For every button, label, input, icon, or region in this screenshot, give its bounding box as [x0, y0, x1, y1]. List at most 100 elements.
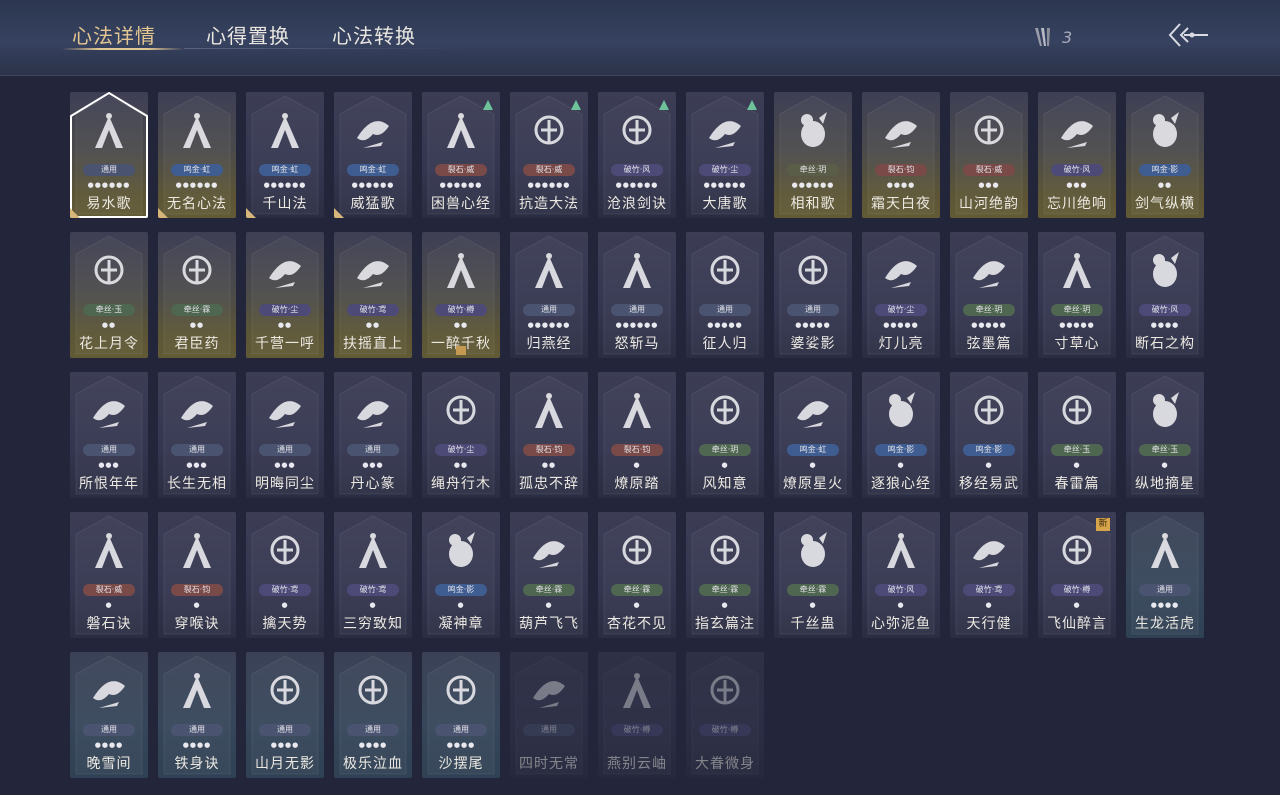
card-art — [1057, 108, 1097, 156]
mental-card[interactable]: 通用 ●●● 长生无相 — [158, 372, 236, 498]
card-level-dots: ●●●●● — [971, 321, 1007, 329]
mental-card[interactable]: 通用 ●●●● 晚雪间 — [70, 652, 148, 778]
back-arrow-icon — [1168, 23, 1208, 47]
card-school-tag: 破竹·鸢 — [259, 584, 311, 596]
mental-card[interactable]: 破竹·鸢 ● 三穷致知 — [334, 512, 412, 638]
mental-card[interactable]: 牵丝·霖 ●● 君臣药 — [158, 232, 236, 358]
currency-value: 3 — [1062, 28, 1073, 47]
mental-card[interactable]: 破竹·樽 燕别云岫 — [598, 652, 676, 778]
mental-card[interactable]: 裂石·钧 ●● 孤忠不辞 — [510, 372, 588, 498]
mental-card[interactable]: 破竹·樽 ●● 一醉千秋 — [422, 232, 500, 358]
card-name: 易水歌 — [86, 196, 132, 212]
tab-mental-details[interactable]: 心法详情 — [72, 20, 156, 49]
card-level-dots: ●●●●● — [1059, 321, 1095, 329]
mental-card[interactable]: 通用 四时无常 — [510, 652, 588, 778]
card-school-tag: 通用 — [171, 724, 223, 736]
mental-card[interactable]: 鸣金·虹 ●●●●●● 威猛歌 — [334, 92, 412, 218]
card-level-dots: ● — [545, 601, 553, 609]
mental-card[interactable]: 牵丝·玉 ● 纵地摘星 — [1126, 372, 1204, 498]
mental-card[interactable]: 牵丝·玉 ● 春雷篇 — [1038, 372, 1116, 498]
card-school-tag: 通用 — [259, 724, 311, 736]
card-name: 飞仙醉言 — [1047, 616, 1107, 632]
mental-card[interactable]: 破竹·风 ●●●●●● 沧浪剑诀 — [598, 92, 676, 218]
mental-card[interactable]: 裂石·威 ● 磐石诀 — [70, 512, 148, 638]
card-art — [353, 388, 393, 436]
mental-card[interactable]: 裂石·威 ●●● 山河绝韵 — [950, 92, 1028, 218]
mental-card[interactable]: 鸣金·影 ● 移经易武 — [950, 372, 1028, 498]
mental-card[interactable]: 裂石·钧 ● 燎原踏 — [598, 372, 676, 498]
card-name: 擒天势 — [262, 616, 308, 632]
card-level-dots: ●● — [541, 461, 557, 469]
mental-card[interactable]: 破竹·风 ●●●● 断石之构 — [1126, 232, 1204, 358]
mental-card[interactable]: 鸣金·影 ● 逐狼心经 — [862, 372, 940, 498]
palace-icon — [709, 121, 741, 148]
card-name: 铁身诀 — [174, 756, 220, 772]
mental-card[interactable]: 牵丝·霖 ● 千丝蛊 — [774, 512, 852, 638]
mental-card[interactable]: 裂石·威 ●●●●●● 抗造大法 — [510, 92, 588, 218]
mental-card[interactable]: 牵丝·玥 ●●●●● 寸草心 — [1038, 232, 1116, 358]
mental-card[interactable]: 牵丝·玥 ●●●●● 弦墨篇 — [950, 232, 1028, 358]
mental-card[interactable]: 破竹·樽 ● 飞仙醉言 新 — [1038, 512, 1116, 638]
mental-card[interactable]: 通用 ●●●● 极乐泣血 — [334, 652, 412, 778]
mental-card[interactable]: 通用 ●●●●●● 怒斩马 — [598, 232, 676, 358]
mental-card[interactable]: 鸣金·影 ●● 剑气纵横 — [1126, 92, 1204, 218]
leaf-icon — [801, 532, 827, 567]
mental-card[interactable]: 通用 ●●●●●● 归燕经 — [510, 232, 588, 358]
mental-card[interactable]: 破竹·风 ● 心弥泥鱼 — [862, 512, 940, 638]
mental-card[interactable]: 破竹·鸢 ● 天行健 — [950, 512, 1028, 638]
card-art — [265, 248, 305, 296]
mental-card[interactable]: 破竹·尘 ●●●●●● 大唐歌 — [686, 92, 764, 218]
mental-card[interactable]: 牵丝·霖 ● 指玄篇注 — [686, 512, 764, 638]
mental-card[interactable]: 破竹·尘 ●●●●● 灯儿亮 — [862, 232, 940, 358]
mental-card[interactable]: 牵丝·玉 ●● 花上月令 — [70, 232, 148, 358]
mental-card[interactable]: 牵丝·玥 ● 风知意 — [686, 372, 764, 498]
card-name: 凝神章 — [438, 616, 484, 632]
mental-card[interactable]: 破竹·尘 ●● 千营一呼 — [246, 232, 324, 358]
mental-card[interactable]: 破竹·尘 ●● 绳舟行木 — [422, 372, 500, 498]
back-button[interactable] — [1166, 20, 1210, 50]
mental-card[interactable]: 裂石·威 ●●●●●● 困兽心经 — [422, 92, 500, 218]
mental-card[interactable]: 牵丝·霖 ● 杏花不见 — [598, 512, 676, 638]
card-level-dots: ●●● — [362, 461, 384, 469]
wolf-icon — [889, 392, 915, 427]
mental-card[interactable]: 裂石·钧 ●●●● 霜天白夜 — [862, 92, 940, 218]
card-art — [353, 108, 393, 156]
card-level-dots: ● — [897, 601, 905, 609]
mental-card[interactable]: 通用 ●●●● 沙摆尾 — [422, 652, 500, 778]
mental-card[interactable]: 破竹·鸢 ● 擒天势 — [246, 512, 324, 638]
card-school-tag: 破竹·鸢 — [347, 304, 399, 316]
mental-card[interactable]: 通用 ●●●●●● 易水歌 — [70, 92, 148, 218]
slash-icon — [623, 253, 651, 288]
card-name: 弦墨篇 — [966, 336, 1012, 352]
mental-card[interactable]: 鸣金·虹 ●●●●●● 无名心法 — [158, 92, 236, 218]
mental-card[interactable]: 通用 ●●●● 生龙活虎 — [1126, 512, 1204, 638]
mental-card[interactable]: 通用 ●●● 所恨年年 — [70, 372, 148, 498]
mental-card[interactable]: 破竹·鸢 ●● 扶摇直上 — [334, 232, 412, 358]
mental-card[interactable]: 通用 ●●● 明晦同尘 — [246, 372, 324, 498]
mental-card[interactable]: 通用 ●●●● 山月无影 — [246, 652, 324, 778]
lamp-icon — [885, 261, 917, 288]
tab-insight-exchange[interactable]: 心得置换 — [206, 20, 290, 49]
mental-card[interactable]: 通用 ●●●●● 征人归 — [686, 232, 764, 358]
card-art — [617, 528, 657, 576]
mental-card[interactable]: 鸣金·影 ● 凝神章 — [422, 512, 500, 638]
card-school-tag: 鸣金·虹 — [347, 164, 399, 176]
mental-card[interactable]: 裂石·钧 ● 穿喉诀 — [158, 512, 236, 638]
card-school-tag: 破竹·风 — [611, 164, 663, 176]
tab-mental-convert[interactable]: 心法转换 — [332, 20, 416, 49]
card-art — [89, 248, 129, 296]
landscape-icon — [974, 115, 1004, 145]
card-name: 断石之构 — [1135, 336, 1195, 352]
mental-card[interactable]: 破竹·风 ●●● 忘川绝响 — [1038, 92, 1116, 218]
mental-card[interactable]: 鸣金·虹 ●●●●●● 千山法 — [246, 92, 324, 218]
warrior-icon — [1153, 252, 1179, 287]
mental-card[interactable]: 破竹·樽 大眷微身 — [686, 652, 764, 778]
mental-card[interactable]: 牵丝·霖 ● 葫芦飞飞 — [510, 512, 588, 638]
mental-card[interactable]: 通用 ●●●● 铁身诀 — [158, 652, 236, 778]
mental-card[interactable]: 通用 ●●● 丹心篆 — [334, 372, 412, 498]
card-art — [353, 528, 393, 576]
mental-card[interactable]: 牵丝·玥 ●●●●●● 相和歌 — [774, 92, 852, 218]
mental-card[interactable]: 通用 ●●●●● 婆娑影 — [774, 232, 852, 358]
mental-card[interactable]: 鸣金·虹 ● 燎原星火 — [774, 372, 852, 498]
card-level-dots: ●●●● — [270, 741, 300, 749]
